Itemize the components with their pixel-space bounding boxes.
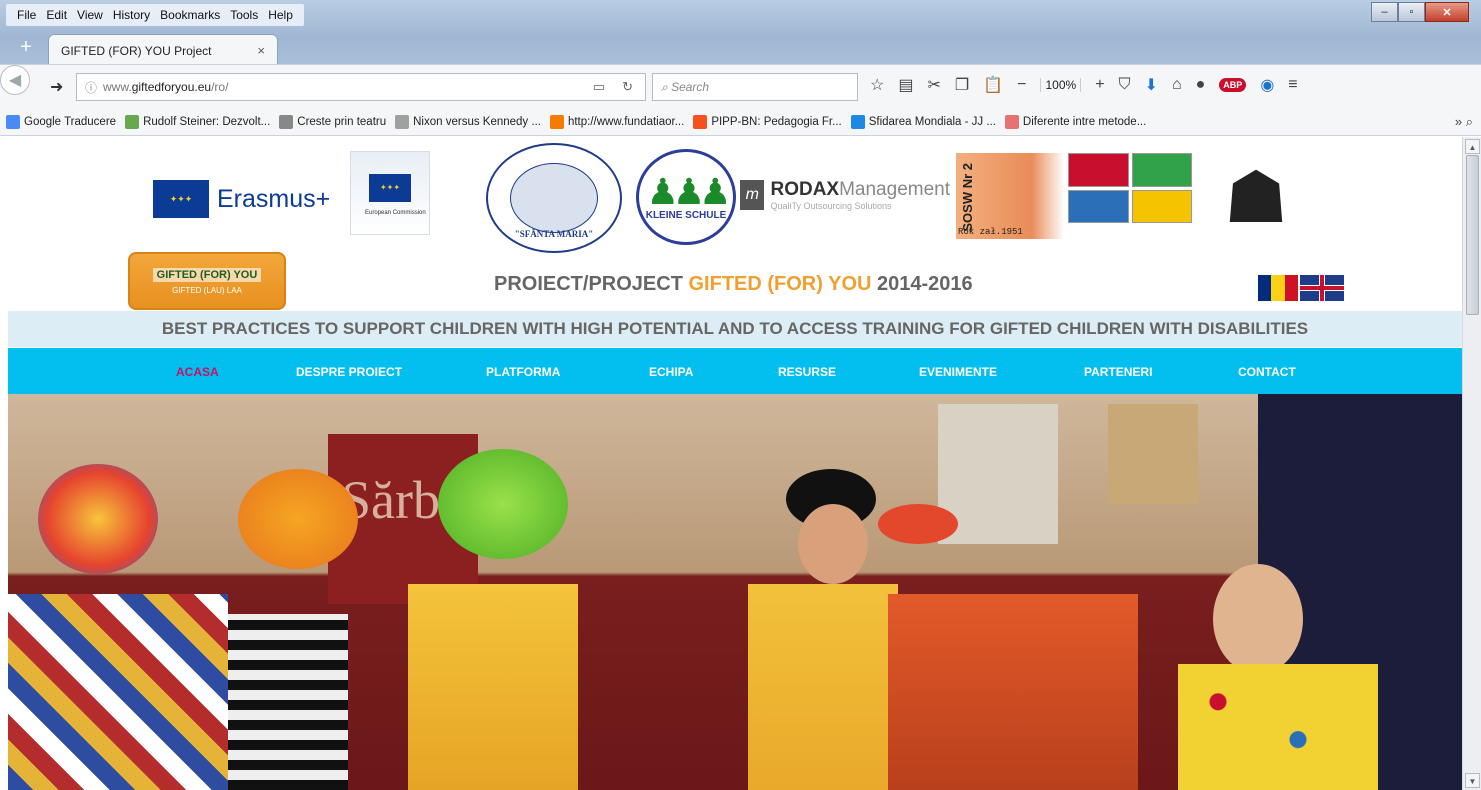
menu-view[interactable]: View (72, 4, 108, 26)
scholar-portrait-logo: ☗ (1223, 158, 1289, 238)
bookmark-favicon-icon (693, 114, 708, 129)
cut-icon[interactable]: ✂ (927, 75, 940, 95)
nav-evenimente[interactable]: EVENIMENTE (919, 365, 997, 379)
back-button[interactable]: ◀ (0, 65, 30, 95)
url-path: /ro/ (211, 80, 229, 94)
children-icon: ♟♟♟ (646, 170, 732, 212)
reload-icon[interactable]: ↻ (622, 79, 633, 95)
adblock-icon[interactable]: ABP (1219, 78, 1247, 92)
tagline-banner: BEST PRACTICES TO SUPPORT CHILDREN WITH … (8, 311, 1462, 347)
rodax-m-icon: m (740, 180, 765, 210)
bookmarks-bar: Google Traducere Rudolf Steiner: Dezvolt… (0, 108, 1481, 136)
bookmarks-list-icon[interactable]: ▤ (898, 75, 913, 95)
bookmark-star-icon[interactable]: ☆ (870, 75, 884, 95)
erasmus-logo: ✦✦✦ Erasmus+ (153, 175, 343, 223)
search-placeholder: Search (671, 80, 710, 94)
eu-flag-icon: ✦✦✦ (369, 174, 411, 202)
page-title: PROIECT/PROJECT GIFTED (FOR) YOU 2014-20… (494, 273, 973, 295)
bookmark-item[interactable]: http://www.fundatiaor... (549, 114, 684, 129)
copy-icon[interactable]: ❐ (955, 75, 969, 95)
url-host: giftedforyou.eu (131, 80, 212, 94)
scroll-down-icon[interactable]: ▼ (1465, 773, 1480, 788)
bookmarks-overflow-icon[interactable]: » ⌕ (1455, 114, 1473, 130)
bookmark-favicon-icon (395, 114, 410, 129)
menu-help[interactable]: Help (263, 4, 298, 26)
menu-bar: File Edit View History Bookmarks Tools H… (6, 4, 304, 26)
toolbar-icons: ☆ ▤ ✂ ❐ 📋 − 100% + ⛉ ⬇ ⌂ ● ABP ◉ ≡ (870, 75, 1298, 95)
scrollbar-thumb[interactable] (1466, 155, 1479, 315)
tab-title: GIFTED (FOR) YOU Project (61, 43, 212, 58)
menu-bookmarks[interactable]: Bookmarks (155, 4, 225, 26)
bookmark-favicon-icon (850, 114, 865, 129)
eu-flag-icon: ✦✦✦ (153, 180, 209, 218)
bookmark-item[interactable]: Nixon versus Kennedy ... (395, 114, 541, 129)
coat-of-arms-logo (1068, 153, 1192, 223)
zoom-out-icon[interactable]: − (1017, 76, 1026, 94)
home-icon[interactable]: ⌂ (1172, 76, 1182, 94)
bookmark-item[interactable]: Google Traducere (6, 114, 116, 129)
back-arrow-icon: ◀ (8, 72, 22, 89)
bookmark-item[interactable]: Rudolf Steiner: Dezvolt... (125, 114, 270, 129)
minimize-button[interactable]: – (1371, 2, 1398, 22)
sfanta-maria-school-logo: "SFÂNTA MARIA" (486, 143, 622, 253)
tab-close-icon[interactable]: × (257, 43, 265, 58)
bookmark-item[interactable]: Creste prin teatru (279, 114, 386, 129)
nav-despre-proiect[interactable]: DESPRE PROIECT (296, 365, 402, 379)
menu-file[interactable]: File (12, 4, 41, 26)
window-controls: – ▫ ✕ (1371, 2, 1469, 22)
bookmark-item[interactable]: Sfidarea Mondiala - JJ ... (850, 114, 996, 129)
reader-view-icon[interactable]: ▭ (593, 79, 605, 95)
nav-platforma[interactable]: PLATFORMA (486, 365, 560, 379)
zoom-level[interactable]: 100% (1040, 78, 1082, 92)
navigation-toolbar: ◀ ➜ ⓘ www. giftedforyou.eu/ro/ ▭ ↻ ⌕ Sear… (0, 64, 1481, 108)
scroll-up-icon[interactable]: ▲ (1465, 139, 1480, 154)
url-bar[interactable]: ⓘ www. giftedforyou.eu/ro/ ▭ ↻ (76, 73, 646, 101)
pocket-icon[interactable]: ⛉ (1119, 76, 1131, 94)
browser-window: File Edit View History Bookmarks Tools H… (0, 0, 1481, 790)
rodax-management-logo: m RODAXManagement QualiTy Outsourcing So… (740, 175, 950, 215)
kleine-schule-logo: ♟♟♟ KLEINE SCHULE (636, 149, 736, 245)
nav-resurse[interactable]: RESURSE (778, 365, 836, 379)
uk-flag-icon[interactable] (1300, 275, 1344, 301)
language-switcher (1258, 275, 1344, 301)
sosw-logo: SOSW Nr 2 Rok zał.1951 (956, 153, 1064, 239)
bookmark-item[interactable]: PIPP-BN: Pedagogia Fr... (693, 114, 842, 129)
maximize-button[interactable]: ▫ (1398, 2, 1425, 22)
bookmark-favicon-icon (6, 114, 20, 129)
info-icon[interactable]: ⓘ (85, 79, 97, 96)
search-input[interactable]: ⌕ Search (652, 73, 858, 101)
nav-acasa[interactable]: ACASA (176, 365, 219, 379)
zoom-in-icon[interactable]: + (1095, 76, 1104, 94)
nav-contact[interactable]: CONTACT (1238, 365, 1296, 379)
paste-icon[interactable]: 📋 (983, 75, 1003, 95)
nav-echipa[interactable]: ECHIPA (649, 365, 693, 379)
url-prefix: www. (103, 80, 132, 94)
hamburger-menu-icon[interactable]: ≡ (1288, 76, 1297, 94)
bookmark-favicon-icon (1004, 114, 1019, 129)
bookmark-favicon-icon (279, 114, 294, 129)
chat-icon[interactable]: ● (1196, 76, 1206, 94)
main-navigation: ACASA DESPRE PROIECT PLATFORMA ECHIPA RE… (8, 348, 1462, 394)
nav-parteneri[interactable]: PARTENERI (1084, 365, 1152, 379)
search-icon: ⌕ (661, 79, 672, 94)
hero-photo: Sărbă (8, 394, 1462, 790)
menu-edit[interactable]: Edit (41, 4, 72, 26)
download-icon[interactable]: ⬇ (1145, 75, 1158, 95)
extension-icon[interactable]: ◉ (1260, 75, 1274, 95)
tab-active[interactable]: GIFTED (FOR) YOU Project × (48, 34, 278, 66)
close-window-button[interactable]: ✕ (1425, 2, 1469, 22)
new-tab-button[interactable]: + (12, 36, 40, 60)
web-page: ✦✦✦ Erasmus+ ✦✦✦ European Commission "SF… (8, 137, 1462, 790)
bookmark-item[interactable]: Diferente intre metode... (1004, 114, 1146, 129)
bookmark-favicon-icon (549, 114, 564, 129)
title-bar: File Edit View History Bookmarks Tools H… (0, 0, 1481, 66)
european-commission-logo: ✦✦✦ European Commission (350, 151, 430, 235)
gifted-for-you-logo[interactable]: GIFTED (FOR) YOU GIFTED (LAU) LAA (128, 252, 286, 310)
menu-history[interactable]: History (108, 4, 155, 26)
forward-button[interactable]: ➜ (50, 77, 63, 97)
page-scrollbar[interactable]: ▲ ▼ (1462, 137, 1481, 790)
bookmark-favicon-icon (125, 114, 140, 129)
menu-tools[interactable]: Tools (225, 4, 263, 26)
romanian-flag-icon[interactable] (1258, 275, 1298, 301)
